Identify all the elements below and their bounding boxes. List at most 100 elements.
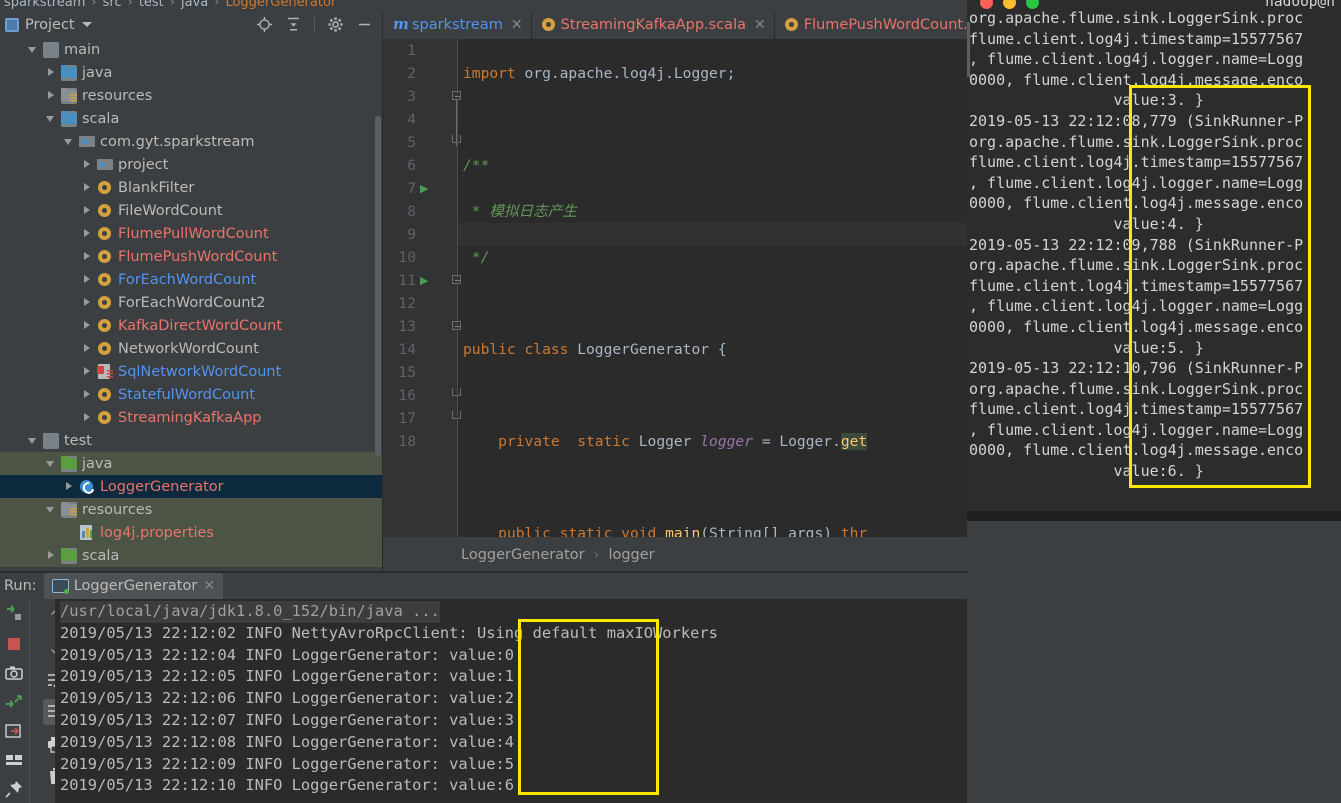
project-tree[interactable]: main java resources scala com.gyt.sparkstrea… (0, 38, 382, 573)
tree-node-label: LoggerGenerator (100, 478, 224, 495)
chevron-right-icon[interactable] (64, 481, 75, 492)
tree-node-com-gyt-sparkstream[interactable]: com.gyt.sparkstream (0, 130, 382, 153)
tree-node-log4j-properties[interactable]: log4j.properties (0, 521, 382, 544)
tree-node-sqlnetworkwordcount[interactable]: SqlNetworkWordCount (0, 360, 382, 383)
close-icon[interactable]: ✕ (754, 17, 766, 33)
breadcrumb-item-3[interactable]: java (181, 0, 208, 10)
tree-node-label: StreamingKafkaApp (118, 409, 262, 426)
stop-icon[interactable] (4, 634, 24, 654)
collapse-all-icon[interactable] (285, 16, 302, 33)
tree-node-resources[interactable]: resources (0, 498, 382, 521)
tree-node-main[interactable]: main (0, 38, 382, 61)
tree-node-loggergenerator[interactable]: LoggerGenerator (0, 475, 382, 498)
project-tool-window: Project main java resources scala com.gyt.sp… (0, 11, 383, 573)
chevron-down-icon[interactable] (46, 504, 57, 515)
chevron-right-icon[interactable] (82, 366, 93, 377)
tree-node-kafkadirectwordcount[interactable]: KafkaDirectWordCount (0, 314, 382, 337)
run-gutter-icon[interactable]: ▶ (420, 269, 432, 292)
chevron-down-icon[interactable] (28, 435, 39, 446)
tree-node-scala[interactable]: scala (0, 107, 382, 130)
close-icon[interactable]: ✕ (203, 578, 215, 594)
chevron-right-icon[interactable] (82, 389, 93, 400)
editor-gutter[interactable]: 1 2 3 4 5 6 7 8 9 10 11 12 13 14 15 16 17 18 ▶ ▶ (383, 39, 461, 537)
tree-node-statefulwordcount[interactable]: StatefulWordCount (0, 383, 382, 406)
chevron-right-icon[interactable] (46, 67, 57, 78)
tree-node-flumepullwordcount[interactable]: FlumePullWordCount (0, 222, 382, 245)
minimize-icon[interactable] (356, 16, 373, 33)
tree-node-resources[interactable]: resources (0, 84, 382, 107)
console-line: 2019/05/13 22:12:06 INFO LoggerGenerator… (60, 689, 515, 708)
chevron-right-icon[interactable] (82, 205, 93, 216)
chevron-right-icon[interactable] (82, 159, 93, 170)
tree-node-streamingkafkaapp[interactable]: StreamingKafkaApp (0, 406, 382, 429)
breadcrumb-item-0[interactable]: sparkstream (4, 0, 85, 10)
editor-breadcrumb[interactable]: LoggerGenerator › logger (383, 537, 967, 573)
tree-node-blankfilter[interactable]: BlankFilter (0, 176, 382, 199)
breadcrumb-member[interactable]: logger (608, 547, 654, 563)
scala-object-icon (97, 272, 113, 288)
breadcrumb-top[interactable]: sparkstream › src › test › java › LoggerGenerato… (0, 0, 967, 11)
breadcrumb-class[interactable]: LoggerGenerator (461, 547, 585, 563)
console-line: 2019/05/13 22:12:05 INFO LoggerGenerator… (60, 667, 515, 686)
tree-node-foreachwordcount2[interactable]: ForEachWordCount2 (0, 291, 382, 314)
gear-icon[interactable] (327, 16, 344, 33)
code-editor[interactable]: 1 2 3 4 5 6 7 8 9 10 11 12 13 14 15 16 17 18 ▶ ▶ import o… (383, 39, 967, 537)
tree-node-project[interactable]: project (0, 153, 382, 176)
chevron-down-icon[interactable] (28, 44, 39, 55)
chevron-right-icon[interactable] (82, 228, 93, 239)
chevron-right-icon[interactable] (82, 251, 93, 262)
tree-node-scala[interactable]: scala (0, 544, 382, 567)
chevron-down-icon[interactable] (46, 458, 57, 469)
chevron-right-icon[interactable] (82, 297, 93, 308)
chevron-right-icon[interactable] (46, 90, 57, 101)
chevron-right-icon[interactable] (82, 412, 93, 423)
run-tab-loggergenerator[interactable]: LoggerGenerator ✕ (43, 573, 224, 599)
tree-node-label: resources (82, 87, 153, 104)
run-toolbar-primary[interactable] (0, 599, 28, 803)
pin-icon[interactable] (4, 779, 24, 799)
editor-tab-flumepushwordcount-scal[interactable]: FlumePushWordCount.scal (774, 11, 967, 39)
layout-icon[interactable] (4, 750, 24, 770)
code-text[interactable]: import org.apache.log4j.Logger; /** * 模拟… (458, 39, 967, 537)
tree-node-test[interactable]: test (0, 429, 382, 452)
editor-tab-bar[interactable]: sparkstream ✕ StreamingKafkaApp.scala ✕ Flum… (383, 11, 967, 39)
chevron-right-icon[interactable] (82, 182, 93, 193)
chevron-right-icon[interactable] (82, 343, 93, 354)
tree-node-label: ForEachWordCount2 (118, 294, 266, 311)
editor-tab-sparkstream[interactable]: sparkstream ✕ (383, 11, 532, 39)
chevron-right-icon[interactable] (82, 320, 93, 331)
chevron-right-icon[interactable] (82, 274, 93, 285)
tree-node-label: java (82, 64, 113, 81)
breadcrumb-item-2[interactable]: test (139, 0, 164, 10)
code-line: public static void main(String[] args) t… (498, 525, 868, 537)
close-icon[interactable]: ✕ (511, 17, 523, 33)
camera-icon[interactable] (4, 663, 24, 683)
locate-icon[interactable] (256, 16, 273, 33)
tree-node-java[interactable]: java (0, 61, 382, 84)
breadcrumb-item-1[interactable]: src (103, 0, 122, 10)
terminal-line: value:4. } (969, 214, 1204, 233)
terminal-window[interactable]: hadoop@h org.apache.flume.sink.LoggerSin… (967, 0, 1341, 511)
editor-tab-streamingkafkaapp-scala[interactable]: StreamingKafkaApp.scala ✕ (531, 11, 775, 39)
rerun-icon[interactable] (4, 605, 24, 625)
line-number: 5 (407, 134, 416, 151)
tree-node-foreachwordcount[interactable]: ForEachWordCount (0, 268, 382, 291)
tree-node-flumepushwordcount[interactable]: FlumePushWordCount (0, 245, 382, 268)
breadcrumb-item-4[interactable]: LoggerGenerator (225, 0, 336, 10)
scala-object-icon (97, 318, 113, 334)
run-tab-bar: Run: LoggerGenerator ✕ (0, 573, 967, 599)
tree-node-networkwordcount[interactable]: NetworkWordCount (0, 337, 382, 360)
line-number: 12 (398, 295, 416, 312)
chevron-down-icon[interactable] (81, 22, 92, 27)
tree-node-filewordcount[interactable]: FileWordCount (0, 199, 382, 222)
attach-icon[interactable] (4, 692, 24, 712)
chevron-right-icon[interactable] (46, 550, 57, 561)
chevron-down-icon[interactable] (46, 113, 57, 124)
tree-node-java[interactable]: java (0, 452, 382, 475)
run-console-output[interactable]: /usr/local/java/jdk1.8.0_152/bin/java ..… (55, 599, 967, 803)
exit-icon[interactable] (4, 721, 24, 741)
project-tree-scrollbar[interactable] (375, 116, 381, 456)
chevron-down-icon[interactable] (64, 136, 75, 147)
run-gutter-icon[interactable]: ▶ (420, 177, 432, 200)
